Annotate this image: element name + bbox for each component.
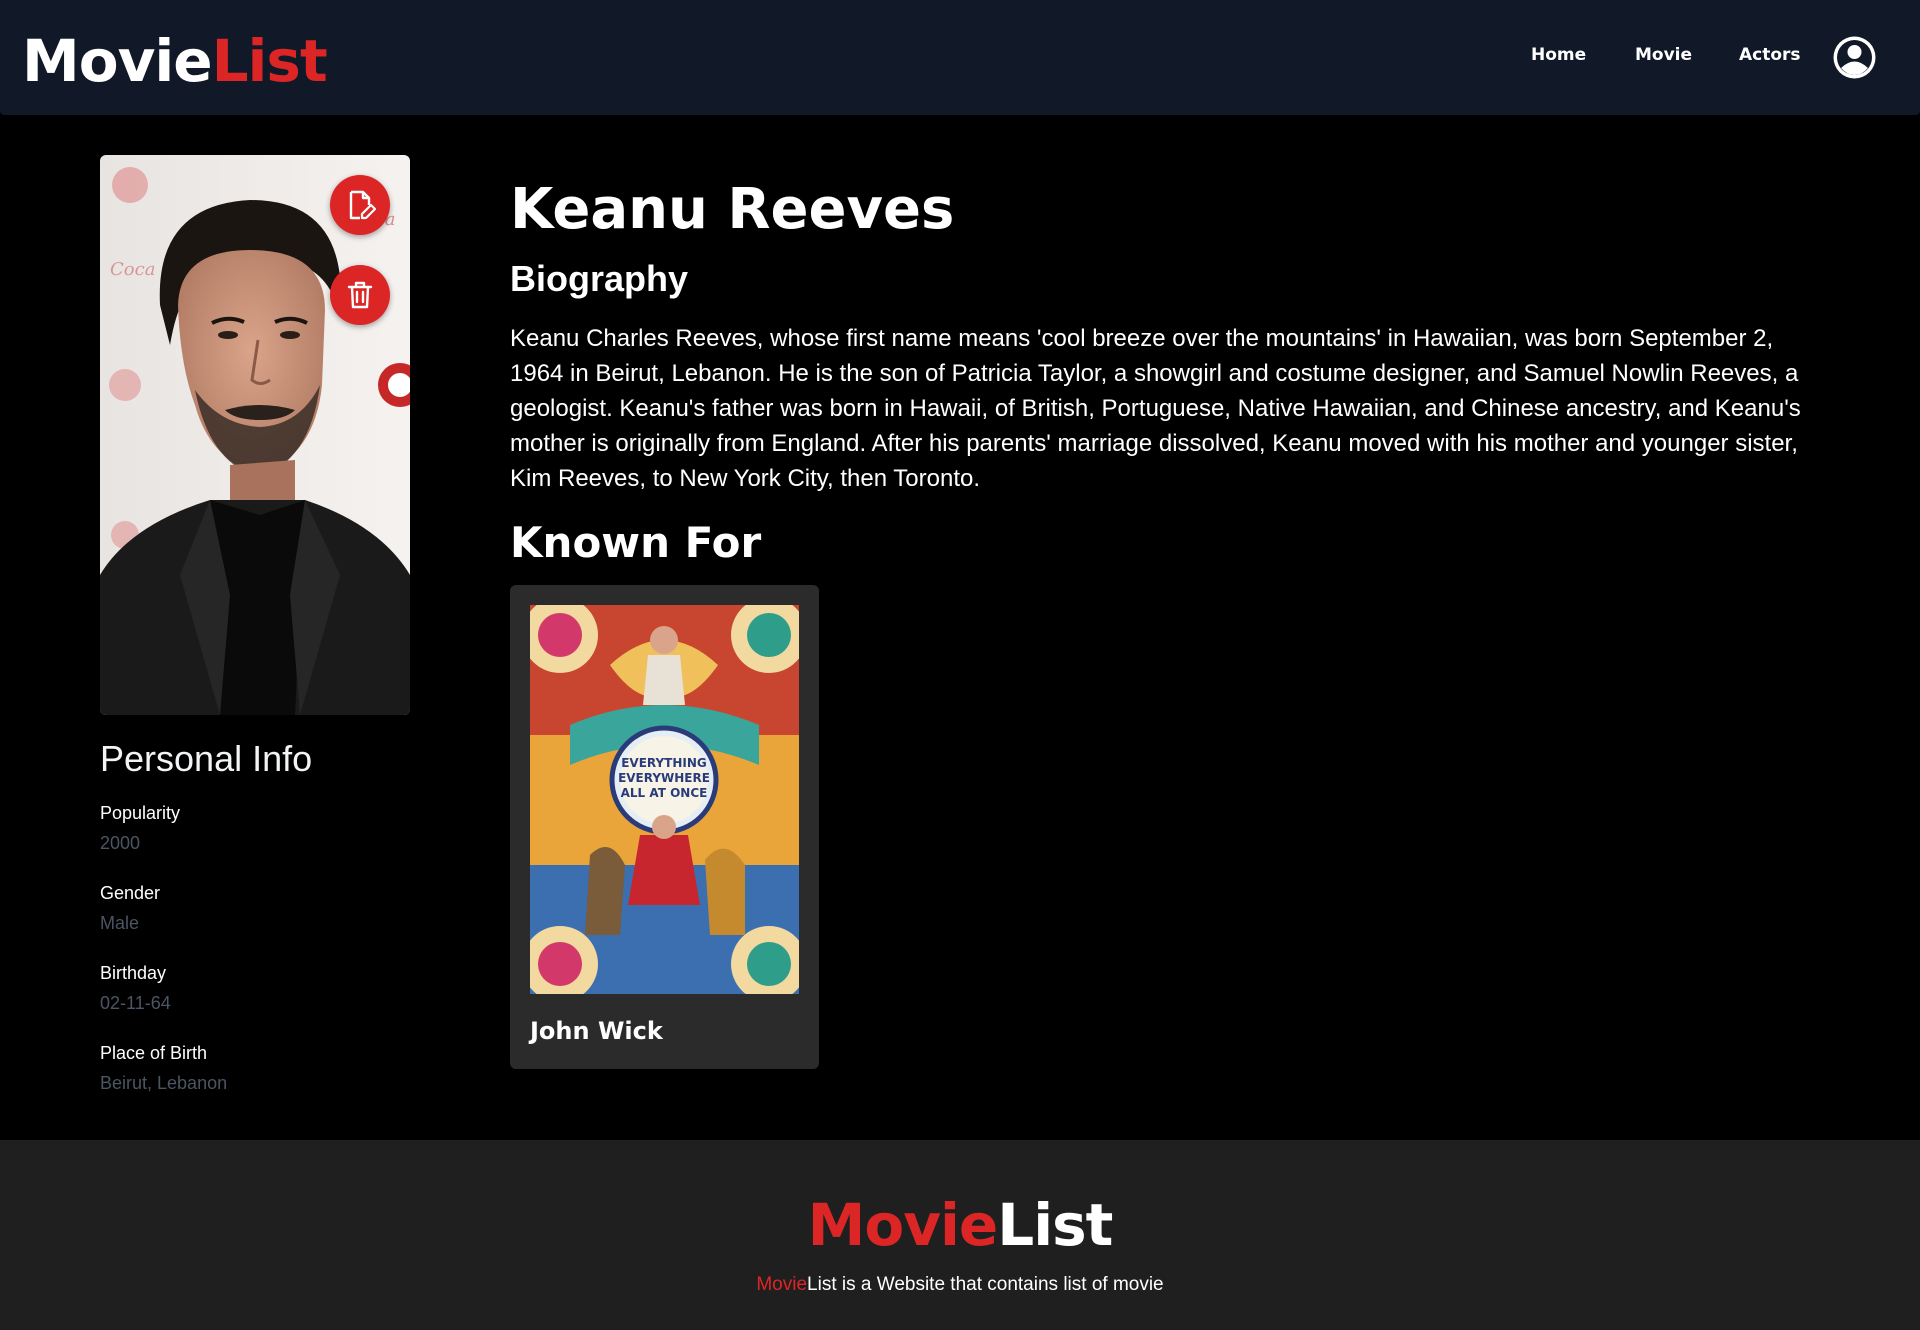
footer-logo[interactable]: MovieList <box>0 1190 1920 1260</box>
user-circle-icon[interactable] <box>1832 35 1877 80</box>
biography-heading: Biography <box>510 258 689 299</box>
footer-logo-part-movie: Movie <box>807 1191 999 1259</box>
footer-logo-part-list: List <box>997 1191 1113 1259</box>
footer-tagline-brand: Movie <box>756 1274 808 1295</box>
personal-info-heading: Personal Info <box>100 738 313 779</box>
svg-text:Coca: Coca <box>110 259 155 280</box>
place-of-birth-value: Beirut, Lebanon <box>100 1073 228 1093</box>
known-for-heading: Known For <box>510 518 762 567</box>
nav-home-link[interactable]: Home <box>1531 45 1586 69</box>
popularity-label: Popularity <box>100 803 181 823</box>
popularity-value: 2000 <box>100 833 141 853</box>
footer-tagline-text: is a Website that contains list of movie <box>836 1274 1164 1295</box>
nav-movie-link[interactable]: Movie <box>1635 45 1692 69</box>
nav-actors-link[interactable]: Actors <box>1739 45 1801 69</box>
movie-title: John Wick <box>530 1017 663 1045</box>
site-footer: MovieList MovieList is a Website that co… <box>0 1140 1920 1330</box>
site-logo[interactable]: MovieList <box>22 26 328 96</box>
top-navbar: MovieList Home Movie Actors <box>0 0 1920 115</box>
place-of-birth-label: Place of Birth <box>100 1043 208 1063</box>
actor-photo: Coca Coca <box>100 155 410 715</box>
actor-name: Keanu Reeves <box>510 177 955 242</box>
gender-label: Gender <box>100 883 161 903</box>
logo-part-movie: Movie <box>22 27 213 95</box>
delete-actor-button[interactable] <box>330 265 390 325</box>
movie-card[interactable]: EVERYTHING EVERYWHERE ALL AT ONCE John W… <box>510 585 819 1069</box>
footer-tagline-brand-list: List <box>807 1274 837 1295</box>
edit-actor-button[interactable] <box>330 175 390 235</box>
footer-tagline: MovieList is a Website that contains lis… <box>0 1274 1920 1296</box>
movie-poster: EVERYTHING EVERYWHERE ALL AT ONCE <box>530 605 799 994</box>
edit-document-icon <box>349 190 377 220</box>
biography-text: Keanu Charles Reeves, whose first name m… <box>510 325 1801 492</box>
birthday-value: 02-11-64 <box>100 993 171 1013</box>
trash-icon <box>347 281 373 309</box>
poster-text-line-3: ALL AT ONCE <box>621 786 708 800</box>
gender-value: Male <box>100 913 140 933</box>
poster-text-line-2: EVERYWHERE <box>618 771 710 785</box>
birthday-label: Birthday <box>100 963 167 983</box>
logo-part-list: List <box>211 27 328 95</box>
poster-text-line-1: EVERYTHING <box>621 756 707 770</box>
